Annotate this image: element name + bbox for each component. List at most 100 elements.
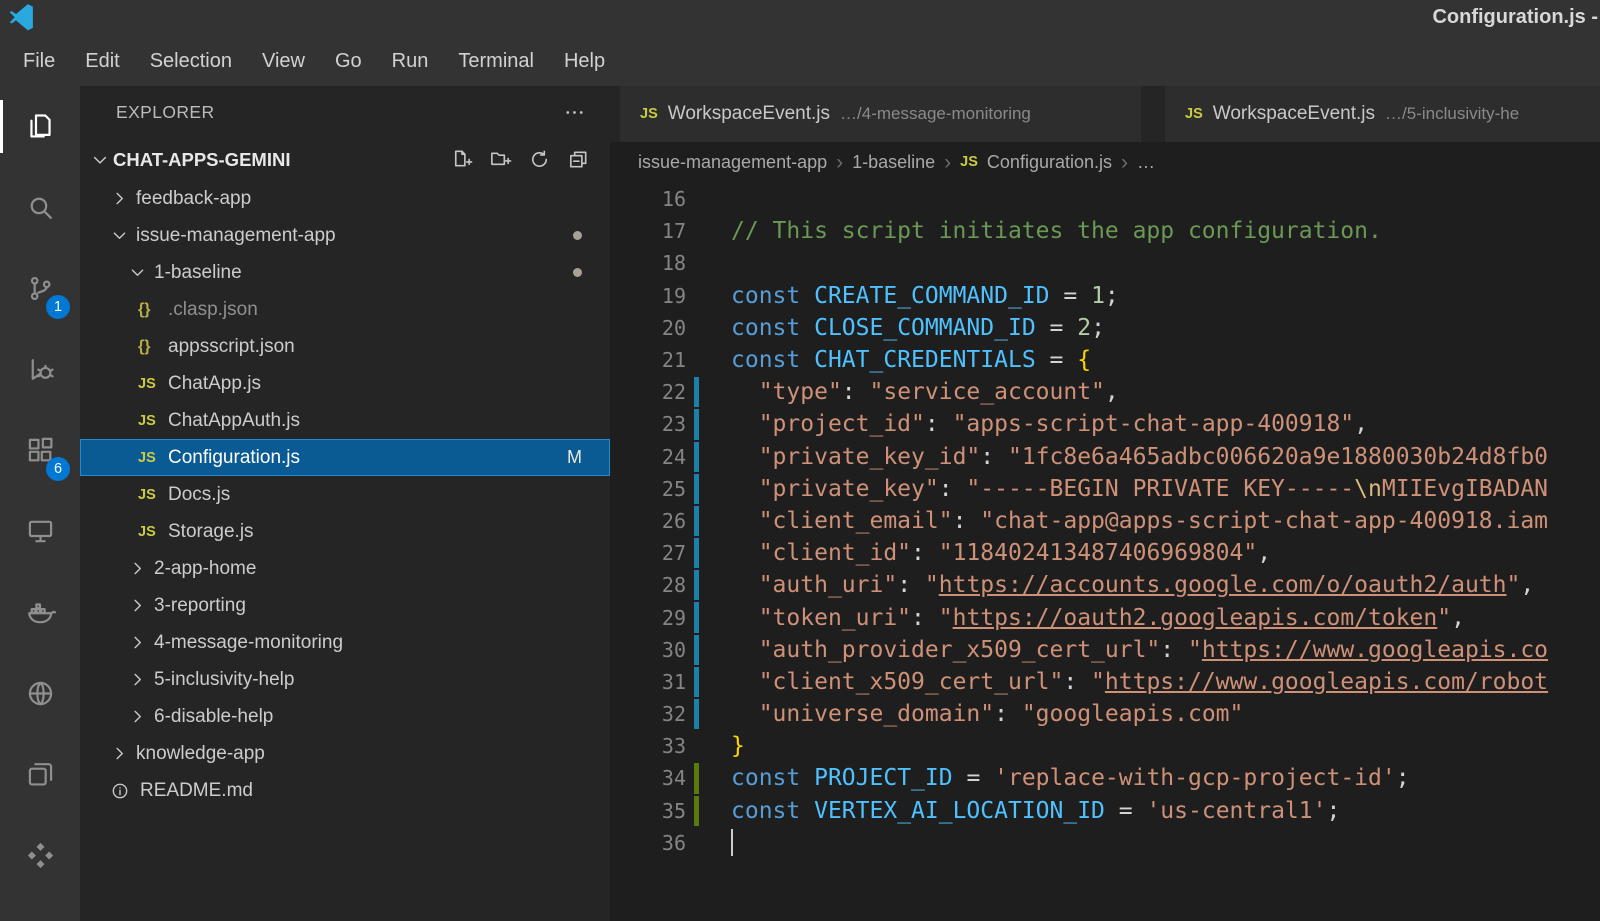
code-line-24[interactable]: 24 "private_key_id": "1fc8e6a465adbc0066… [610,441,1600,473]
tree-item-chatappauth-js[interactable]: JSChatAppAuth.js [80,402,610,439]
code-line-28[interactable]: 28 "auth_uri": "https://accounts.google.… [610,569,1600,601]
js-file-icon: JS [640,106,658,122]
line-number[interactable]: 32 [610,702,686,726]
activity-extensions[interactable]: 6 [0,410,80,491]
activity-app-windows[interactable] [0,734,80,815]
menu-item-file[interactable]: File [8,50,70,73]
line-number[interactable]: 18 [610,251,686,275]
breadcrumb-item-1-baseline[interactable]: 1-baseline [852,152,935,173]
code-line-35[interactable]: 35const VERTEX_AI_LOCATION_ID = 'us-cent… [610,795,1600,827]
menu-item-run[interactable]: Run [377,50,444,73]
code-line-32[interactable]: 32 "universe_domain": "googleapis.com" [610,698,1600,730]
code-line-34[interactable]: 34const PROJECT_ID = 'replace-with-gcp-p… [610,762,1600,794]
menu-item-selection[interactable]: Selection [135,50,247,73]
line-number[interactable]: 36 [610,831,686,855]
chevron-right-icon[interactable] [128,707,154,726]
line-number[interactable]: 27 [610,541,686,565]
refresh-icon[interactable] [528,148,551,171]
line-number[interactable]: 20 [610,316,686,340]
code-line-27[interactable]: 27 "client_id": "118402413487406969804", [610,537,1600,569]
tree-item-docs-js[interactable]: JSDocs.js [80,476,610,513]
line-number[interactable]: 26 [610,509,686,533]
tree-item-3-reporting[interactable]: 3-reporting [80,587,610,624]
tree-item-clasp-json[interactable]: {}.clasp.json [80,291,610,328]
chevron-right-icon[interactable] [110,744,136,763]
code-line-26[interactable]: 26 "client_email": "chat-app@apps-script… [610,505,1600,537]
menu-item-help[interactable]: Help [549,50,620,73]
new-file-icon[interactable] [450,148,473,171]
chevron-right-icon[interactable] [128,670,154,689]
tree-item-appsscript-json[interactable]: {}appsscript.json [80,328,610,365]
activity-remote-explorer[interactable] [0,491,80,572]
code-line-29[interactable]: 29 "token_uri": "https://oauth2.googleap… [610,601,1600,633]
tree-item-5-inclusivity-help[interactable]: 5-inclusivity-help [80,661,610,698]
more-actions-button[interactable] [563,101,586,124]
menu-item-terminal[interactable]: Terminal [443,50,549,73]
tree-item-readme-md[interactable]: README.md [80,772,610,809]
breadcrumb-item-configuration-js[interactable]: Configuration.js [987,152,1112,173]
code-line-21[interactable]: 21const CHAT_CREDENTIALS = { [610,344,1600,376]
line-number[interactable]: 35 [610,799,686,823]
activity-run-debug[interactable] [0,329,80,410]
chevron-right-icon[interactable] [128,559,154,578]
line-number[interactable]: 23 [610,412,686,436]
code-line-25[interactable]: 25 "private_key": "-----BEGIN PRIVATE KE… [610,473,1600,505]
editor-tab-2[interactable]: JSWorkspaceEvent.js…/5-inclusivity-he [1165,86,1600,142]
code-line-20[interactable]: 20const CLOSE_COMMAND_ID = 2; [610,312,1600,344]
menu-item-go[interactable]: Go [320,50,377,73]
breadcrumb-item-[interactable]: … [1137,152,1155,173]
tree-item-feedback-app[interactable]: feedback-app [80,180,610,217]
line-number[interactable]: 31 [610,670,686,694]
line-number[interactable]: 21 [610,348,686,372]
code-line-17[interactable]: 17// This script initiates the app confi… [610,215,1600,247]
code-line-31[interactable]: 31 "client_x509_cert_url": "https://www.… [610,666,1600,698]
code-line-18[interactable]: 18 [610,247,1600,279]
tree-item-chatapp-js[interactable]: JSChatApp.js [80,365,610,402]
tree-item-knowledge-app[interactable]: knowledge-app [80,735,610,772]
breadcrumb-item-issue-management-app[interactable]: issue-management-app [638,152,827,173]
line-number[interactable]: 17 [610,219,686,243]
menu-item-edit[interactable]: Edit [70,50,134,73]
tree-item-2-app-home[interactable]: 2-app-home [80,550,610,587]
chevron-right-icon[interactable] [128,633,154,652]
code-line-19[interactable]: 19const CREATE_COMMAND_ID = 1; [610,280,1600,312]
line-number[interactable]: 25 [610,477,686,501]
activity-source-control[interactable]: 1 [0,248,80,329]
tree-item-configuration-js[interactable]: JSConfiguration.jsM [80,439,610,476]
activity-docker[interactable] [0,572,80,653]
code-line-36[interactable]: 36 [610,827,1600,859]
code-line-23[interactable]: 23 "project_id": "apps-script-chat-app-4… [610,408,1600,440]
code-line-33[interactable]: 33} [610,730,1600,762]
line-number[interactable]: 19 [610,284,686,308]
line-number[interactable]: 16 [610,187,686,211]
code-line-16[interactable]: 16 [610,183,1600,215]
new-folder-icon[interactable] [489,148,512,171]
line-number[interactable]: 22 [610,380,686,404]
tree-item-1-baseline[interactable]: 1-baseline [80,254,610,291]
line-number[interactable]: 28 [610,573,686,597]
menu-item-view[interactable]: View [247,50,320,73]
line-number[interactable]: 34 [610,766,686,790]
activity-explorer[interactable] [0,86,80,167]
chevron-right-icon[interactable] [110,189,136,208]
line-number[interactable]: 30 [610,638,686,662]
line-number[interactable]: 29 [610,606,686,630]
code-editor[interactable]: 16 17// This script initiates the app con… [610,182,1600,921]
activity-search[interactable] [0,167,80,248]
workspace-header[interactable]: CHAT-APPS-GEMINI [80,139,610,180]
editor-tab-1[interactable]: JSWorkspaceEvent.js…/4-message-monitorin… [620,86,1141,142]
chevron-down-icon[interactable] [110,226,136,245]
code-line-22[interactable]: 22 "type": "service_account", [610,376,1600,408]
tree-item-issue-management-app[interactable]: issue-management-app [80,217,610,254]
line-number[interactable]: 33 [610,734,686,758]
tree-item-6-disable-help[interactable]: 6-disable-help [80,698,610,735]
chevron-right-icon[interactable] [128,596,154,615]
chevron-down-icon[interactable] [128,263,154,282]
collapse-all-icon[interactable] [567,148,590,171]
activity-globe[interactable] [0,653,80,734]
line-number[interactable]: 24 [610,445,686,469]
activity-diamond-grid[interactable] [0,815,80,896]
tree-item-storage-js[interactable]: JSStorage.js [80,513,610,550]
tree-item-4-message-monitoring[interactable]: 4-message-monitoring [80,624,610,661]
code-line-30[interactable]: 30 "auth_provider_x509_cert_url": "https… [610,634,1600,666]
